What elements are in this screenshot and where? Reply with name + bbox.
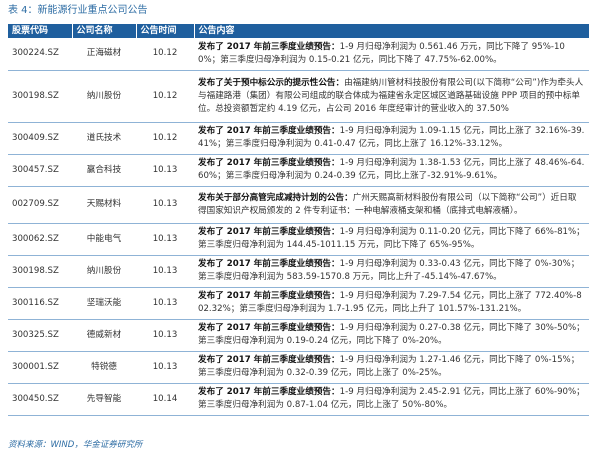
company-name-cell: 纳川股份 [72,70,136,123]
announce-title: 发布了 2017 年前三季度业绩预告： [198,387,340,397]
announce-title: 发布了 2017 年前三季度业绩预告： [198,355,340,365]
stock-code-cell: 300325.SZ [8,319,72,352]
table-row: 300325.SZ 德威新材 10.13 发布了 2017 年前三季度业绩预告：1-9… [8,319,589,352]
announce-title: 发布了 2017 年前三季度业绩预告： [198,41,340,52]
announce-date-cell: 10.13 [136,351,194,384]
company-name-cell: 正海磁材 [72,38,136,71]
table-row: 300116.SZ 坚瑞沃能 10.13 发布了 2017 年前三季度业绩预告：1-9… [8,287,589,320]
announce-title: 发布了关于预中标公示的提示性公告： [198,77,345,88]
announce-content-cell: 发布了 2017 年前三季度业绩预告：1-9 月归母净利润为 0.11-0.20… [194,223,589,256]
company-name-cell: 纳川股份 [72,255,136,288]
table-row: 300224.SZ 正海磁材 10.12 发布了 2017 年前三季度业绩预告：1-9… [8,38,589,71]
announce-date-cell: 10.12 [136,122,194,155]
announce-date-cell: 10.13 [136,223,194,256]
table-caption: 表 4：新能源行业重点公司公告 [8,5,148,16]
announce-content-cell: 发布了 2017 年前三季度业绩预告：1-9 月归母净利润为 1.09-1.15… [194,122,589,155]
announce-content-cell: 发布了 2017 年前三季度业绩预告：1-9 月归母净利润为 7.29-7.54… [194,287,589,320]
announce-content-cell: 发布了 2017 年前三季度业绩预告：1-9 月归母净利润为 2.45-2.91… [194,383,589,416]
announce-date-cell: 10.12 [136,38,194,71]
company-name-cell: 天赐材料 [72,186,136,224]
announce-title: 发布了 2017 年前三季度业绩预告： [198,227,340,237]
announce-date-cell: 10.13 [136,154,194,187]
stock-code-cell: 300062.SZ [8,223,72,256]
announce-title: 发布了 2017 年前三季度业绩预告： [198,323,340,333]
stock-code-cell: 300450.SZ [8,383,72,416]
announce-title: 发布了 2017 年前三季度业绩预告： [198,158,340,168]
announce-content-cell: 发布了 2017 年前三季度业绩预告：1-9 月归母净利润为 1.27-1.46… [194,351,589,384]
announce-title: 发布了 2017 年前三季度业绩预告： [198,291,340,301]
announce-date-cell: 10.14 [136,383,194,416]
table-row: 300001.SZ 特锐德 10.13 发布了 2017 年前三季度业绩预告：1-9 … [8,351,589,384]
announce-date-cell: 10.13 [136,287,194,320]
announcements-table: 股票代码 公司名称 公告时间 公告内容 300224.SZ 正海磁材 10.12 发布… [8,24,590,416]
stock-code-cell: 300001.SZ [8,351,72,384]
announce-title: 发布了 2017 年前三季度业绩预告： [198,259,340,269]
table-row: 300198.SZ 纳川股份 10.13 发布了 2017 年前三季度业绩预告：1-9… [8,255,589,288]
announce-date-cell: 10.13 [136,319,194,352]
announce-date-cell: 10.13 [136,186,194,224]
company-name-cell: 先导智能 [72,383,136,416]
stock-code-cell: 300198.SZ [8,255,72,288]
announce-content-cell: 发布关于部分高管完成减持计划的公告：广州天赐高新材料股份有限公司（以下简称“公司… [194,186,589,224]
announce-title: 发布了 2017 年前三季度业绩预告： [198,126,340,136]
header-company-name: 公司名称 [72,24,137,38]
company-name-cell: 赢合科技 [72,154,136,187]
announce-content-cell: 发布了 2017 年前三季度业绩预告：1-9 月归母净利润为 0.561.46 … [194,38,589,71]
stock-code-cell: 300198.SZ [8,70,72,123]
table-row: 300450.SZ 先导智能 10.14 发布了 2017 年前三季度业绩预告：1-9… [8,383,589,416]
stock-code-cell: 300224.SZ [8,38,72,71]
stock-code-cell: 300457.SZ [8,154,72,187]
announce-title: 发布关于部分高管完成减持计划的公告： [198,192,353,203]
header-announce-content: 公告内容 [194,24,590,38]
table-header-row: 股票代码 公司名称 公告时间 公告内容 [8,24,590,38]
table-row: 300409.SZ 道氏技术 10.12 发布了 2017 年前三季度业绩预告：1-9… [8,122,589,155]
table-row: 002709.SZ 天赐材料 10.13 发布关于部分高管完成减持计划的公告：广州天赐… [8,186,589,224]
company-name-cell: 道氏技术 [72,122,136,155]
stock-code-cell: 002709.SZ [8,186,72,224]
header-announce-time: 公告时间 [136,24,195,38]
announce-date-cell: 10.12 [136,70,194,123]
source-note: 资料来源：WIND，华金证券研究所 [8,440,143,450]
announce-content-cell: 发布了 2017 年前三季度业绩预告：1-9 月归母净利润为 0.33-0.43… [194,255,589,288]
announce-content-cell: 发布了关于预中标公示的提示性公告：由福建纳川管材科技股份有限公司(以下简称“公司… [194,70,589,123]
table-row: 300062.SZ 中能电气 10.13 发布了 2017 年前三季度业绩预告：1-9… [8,223,589,256]
header-stock-code: 股票代码 [8,24,73,38]
stock-code-cell: 300116.SZ [8,287,72,320]
announce-content-cell: 发布了 2017 年前三季度业绩预告：1-9 月归母净利润为 1.38-1.53… [194,154,589,187]
announce-date-cell: 10.13 [136,255,194,288]
company-name-cell: 德威新材 [72,319,136,352]
stock-code-cell: 300409.SZ [8,122,72,155]
announce-content-cell: 发布了 2017 年前三季度业绩预告：1-9 月归母净利润为 0.27-0.38… [194,319,589,352]
table-row: 300457.SZ 赢合科技 10.13 发布了 2017 年前三季度业绩预告：1-9… [8,154,589,187]
company-name-cell: 坚瑞沃能 [72,287,136,320]
table-row: 300198.SZ 纳川股份 10.12 发布了关于预中标公示的提示性公告：由福建纳川… [8,70,589,123]
company-name-cell: 中能电气 [72,223,136,256]
company-name-cell: 特锐德 [72,351,136,384]
